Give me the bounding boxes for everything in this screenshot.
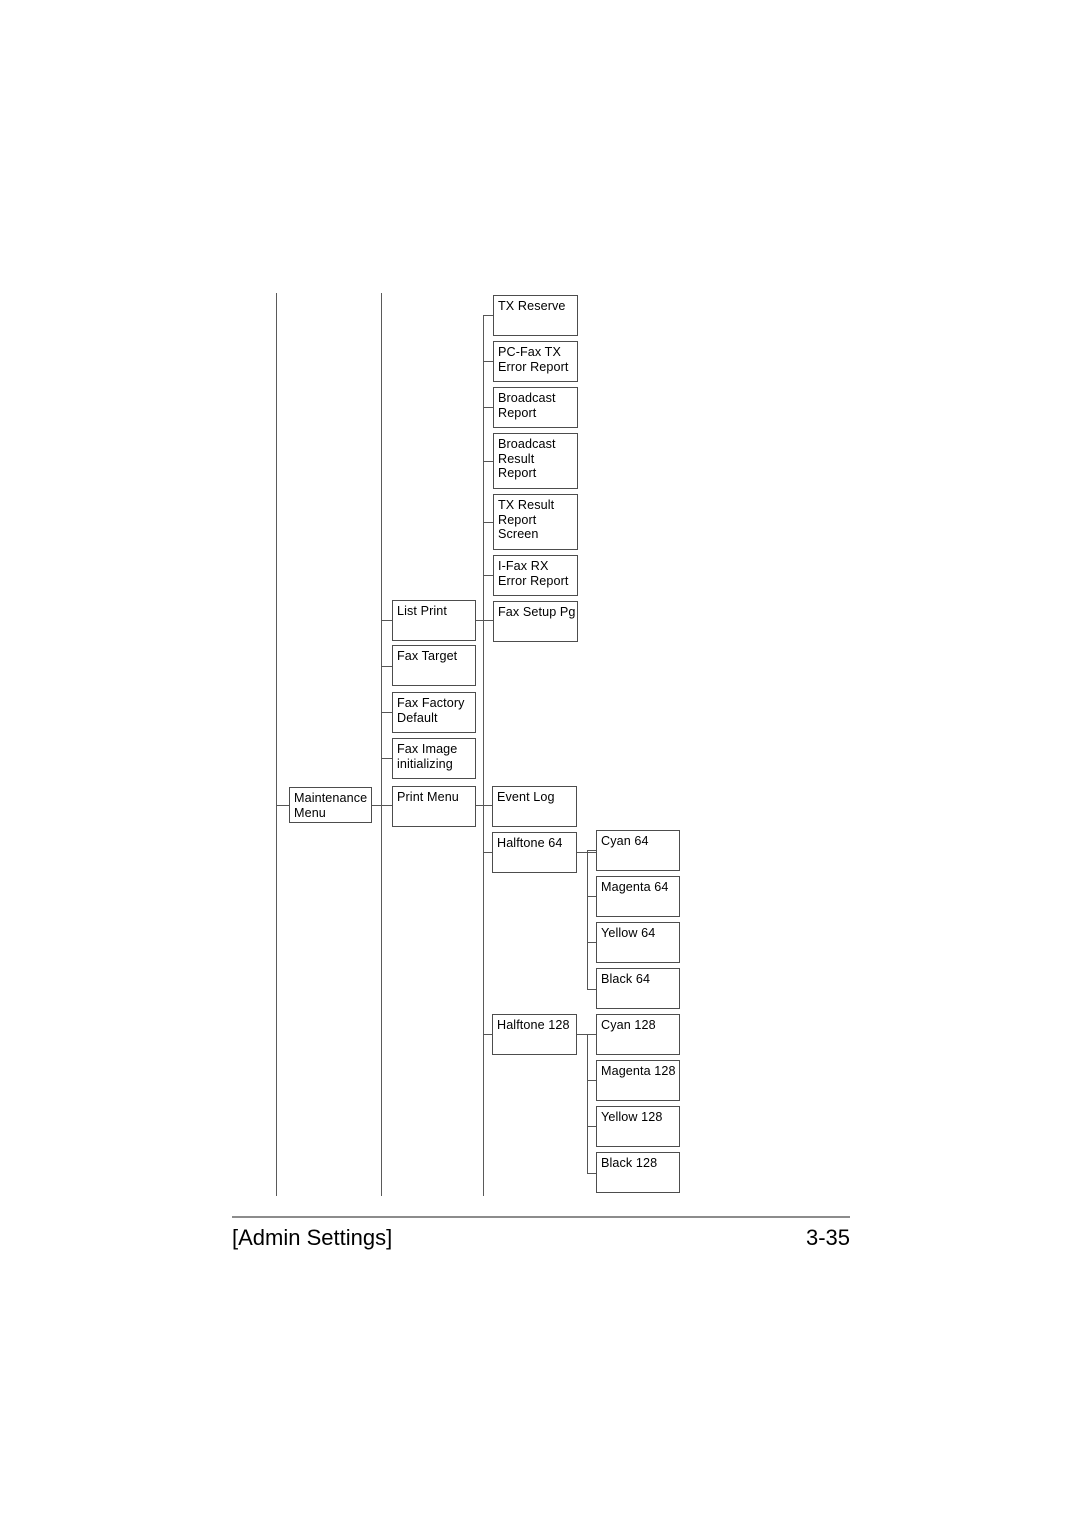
menu-node-fax-image-initializing[interactable]: Fax Image initializing — [392, 738, 476, 779]
menu-node-tx-reserve[interactable]: TX Reserve — [493, 295, 578, 336]
connector-maintenance-menu — [276, 805, 290, 807]
menu-node-fax-factory-default[interactable]: Fax Factory Default — [392, 692, 476, 733]
menu-node-fax-target[interactable]: Fax Target — [392, 645, 476, 686]
menu-node-yellow-64[interactable]: Yellow 64 — [596, 922, 680, 963]
menu-node-yellow-128[interactable]: Yellow 128 — [596, 1106, 680, 1147]
menu-node-list-print[interactable]: List Print — [392, 600, 476, 641]
tree-spine-level2 — [483, 315, 485, 1196]
menu-node-broadcast-report[interactable]: Broadcast Report — [493, 387, 578, 428]
menu-node-halftone-128[interactable]: Halftone 128 — [492, 1014, 577, 1055]
menu-node-pc-fax-tx-error-report[interactable]: PC-Fax TX Error Report — [493, 341, 578, 382]
document-page: Maintenance Menu List Print Fax Target F… — [0, 0, 1080, 1527]
menu-node-fax-setup-pg[interactable]: Fax Setup Pg — [493, 601, 578, 642]
menu-node-broadcast-result-report[interactable]: Broadcast Result Report — [493, 433, 578, 489]
menu-node-halftone-64[interactable]: Halftone 64 — [492, 832, 577, 873]
footer-section-label: [Admin Settings] — [232, 1225, 393, 1250]
footer-row: [Admin Settings] 3-35 — [232, 1225, 850, 1251]
menu-node-black-128[interactable]: Black 128 — [596, 1152, 680, 1193]
menu-node-maintenance-menu[interactable]: Maintenance Menu — [289, 787, 372, 823]
menu-tree-diagram: Maintenance Menu List Print Fax Target F… — [0, 0, 1080, 1210]
menu-node-print-menu[interactable]: Print Menu — [392, 786, 476, 827]
menu-node-black-64[interactable]: Black 64 — [596, 968, 680, 1009]
menu-node-magenta-64[interactable]: Magenta 64 — [596, 876, 680, 917]
menu-node-cyan-64[interactable]: Cyan 64 — [596, 830, 680, 871]
tree-spine-halftone64 — [587, 850, 589, 990]
tree-spine-level0 — [276, 293, 278, 1196]
tree-spine-level1 — [381, 293, 383, 1196]
menu-node-magenta-128[interactable]: Magenta 128 — [596, 1060, 680, 1101]
footer-page-number: 3-35 — [805, 1225, 850, 1250]
menu-node-tx-result-report-screen[interactable]: TX Result Report Screen — [493, 494, 578, 550]
footer-divider — [232, 1216, 850, 1218]
menu-node-cyan-128[interactable]: Cyan 128 — [596, 1014, 680, 1055]
tree-spine-halftone128 — [587, 1034, 589, 1174]
menu-node-event-log[interactable]: Event Log — [492, 786, 577, 827]
menu-node-i-fax-rx-error-report[interactable]: I-Fax RX Error Report — [493, 555, 578, 596]
